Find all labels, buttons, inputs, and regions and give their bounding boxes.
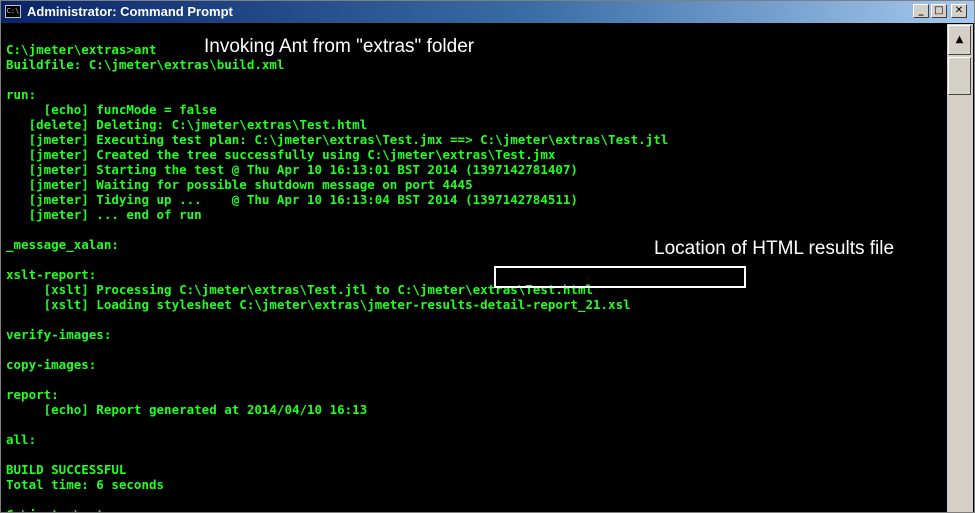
console-line: xslt-report: [6, 267, 97, 282]
console-line: all: [6, 432, 37, 447]
maximize-button[interactable]: □ [931, 4, 947, 18]
console-line: run: [6, 87, 37, 102]
console-line: [jmeter] Created the tree successfully u… [6, 147, 556, 162]
console-line: C:\jmeter\extras> [6, 507, 143, 512]
invoking-ant-annotation: Invoking Ant from "extras" folder [204, 36, 475, 57]
command-prompt-window: C:\ Administrator: Command Prompt _ □ ✕ … [0, 0, 975, 513]
console-line: [jmeter] Starting the test @ Thu Apr 10 … [6, 162, 578, 177]
html-location-annotation: Location of HTML results file [654, 238, 895, 259]
console-line: [jmeter] Executing test plan: C:\jmeter\… [6, 132, 669, 147]
console-line: BUILD SUCCESSFUL [6, 462, 127, 477]
console-line: copy-images: [6, 357, 97, 372]
console-line: _message_xalan: [6, 237, 119, 252]
console-line: [echo] Report generated at 2014/04/10 16… [6, 402, 368, 417]
console-line: [jmeter] Tidying up ... @ Thu Apr 10 16:… [6, 192, 578, 207]
console-line: Total time: 6 seconds [6, 477, 165, 492]
window-title: Administrator: Command Prompt [27, 4, 233, 19]
console-line: [delete] Deleting: C:\jmeter\extras\Test… [6, 117, 368, 132]
scroll-thumb[interactable] [948, 57, 971, 95]
console-line: verify-images: [6, 327, 112, 342]
console-line: [xslt] Loading stylesheet C:\jmeter\extr… [6, 297, 631, 312]
vertical-scrollbar[interactable]: ▲ [947, 24, 973, 512]
scroll-up-icon[interactable]: ▲ [948, 25, 971, 55]
cmd-app-icon[interactable]: C:\ [5, 5, 21, 18]
console-line: [jmeter] ... end of run [6, 207, 202, 222]
console-output[interactable]: C:\jmeter\extras>ant Buildfile: C:\jmeter… [3, 25, 946, 512]
html-results-highlight-box [494, 266, 746, 288]
console-line: C:\jmeter\extras>ant [6, 42, 157, 57]
console-line: [jmeter] Waiting for possible shutdown m… [6, 177, 473, 192]
console-line: Buildfile: C:\jmeter\extras\build.xml [6, 57, 285, 72]
minimize-button[interactable]: _ [913, 4, 929, 18]
console-line: report: [6, 387, 59, 402]
close-button[interactable]: ✕ [951, 4, 967, 18]
title-bar[interactable]: C:\ Administrator: Command Prompt _ □ ✕ [1, 1, 974, 23]
console-line: [echo] funcMode = false [6, 102, 217, 117]
